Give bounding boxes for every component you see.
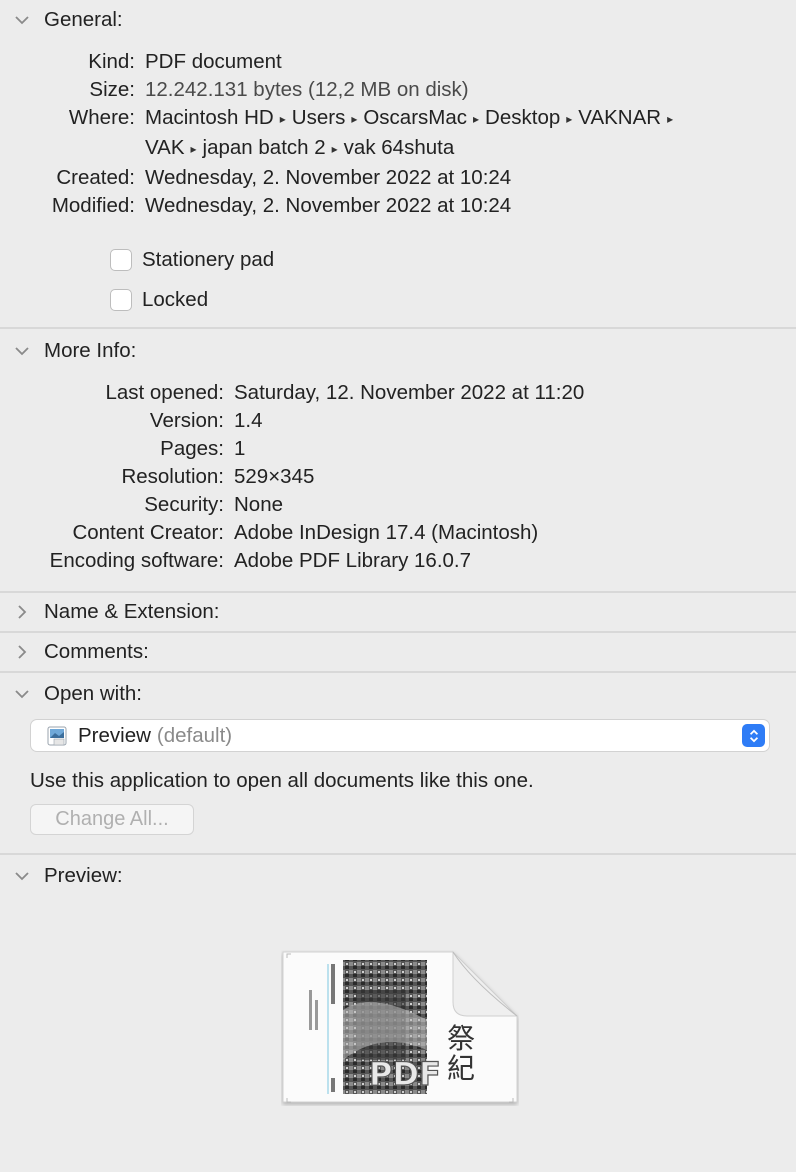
path-arrow-icon: ▸ bbox=[473, 112, 480, 126]
modified-value: Wednesday, 2. November 2022 at 10:24 bbox=[145, 194, 512, 217]
where-path: Macintosh HD ▸ Users ▸ OscarsMac ▸ Desktop ▸ VAK… bbox=[145, 104, 796, 164]
resolution-label: Resolution: bbox=[121, 465, 224, 488]
encoding-software-value: Adobe PDF Library 16.0.7 bbox=[234, 549, 472, 572]
preview-title: Preview: bbox=[44, 864, 123, 887]
pages-label: Pages: bbox=[160, 437, 224, 460]
encoding-software-label: Encoding software: bbox=[49, 549, 224, 572]
open-with-header[interactable]: Open with: bbox=[0, 673, 796, 715]
path-arrow-icon: ▸ bbox=[351, 112, 358, 126]
where-label: Where: bbox=[68, 106, 135, 129]
locked-row[interactable]: Locked bbox=[0, 280, 796, 320]
resolution-value: 529×345 bbox=[234, 465, 315, 488]
path-arrow-icon: ▸ bbox=[566, 112, 573, 126]
last-opened-label: Last opened: bbox=[105, 381, 224, 404]
created-label: Created: bbox=[56, 166, 135, 189]
comments-section: Comments: bbox=[0, 633, 796, 673]
open-with-description: Use this application to open all documen… bbox=[30, 769, 534, 792]
stationery-checkbox[interactable] bbox=[110, 249, 132, 271]
security-label: Security: bbox=[144, 493, 224, 516]
name-extension-section: Name & Extension: bbox=[0, 593, 796, 633]
path-segment: japan batch 2 bbox=[202, 136, 326, 159]
path-segment: Desktop bbox=[485, 106, 561, 129]
chevron-down-icon[interactable] bbox=[0, 855, 44, 897]
comments-header[interactable]: Comments: bbox=[0, 633, 796, 671]
version-value: 1.4 bbox=[234, 409, 263, 432]
change-all-button[interactable]: Change All... bbox=[30, 804, 194, 835]
path-segment: Users bbox=[291, 106, 346, 129]
chevron-down-icon[interactable] bbox=[0, 331, 44, 371]
more-info-header[interactable]: More Info: bbox=[0, 331, 796, 371]
pdf-badge-text: PDF bbox=[369, 1055, 441, 1093]
name-extension-header[interactable]: Name & Extension: bbox=[0, 593, 796, 631]
kind-label: Kind: bbox=[88, 50, 135, 73]
content-creator-value: Adobe InDesign 17.4 (Macintosh) bbox=[234, 521, 539, 544]
locked-label: Locked bbox=[142, 288, 209, 311]
application-select[interactable]: Preview (default) bbox=[30, 719, 770, 752]
general-header[interactable]: General: bbox=[0, 0, 796, 40]
more-info-section: More Info: Last opened: Saturday, 12. No… bbox=[0, 331, 796, 593]
path-segment: OscarsMac bbox=[363, 106, 468, 129]
path-segment: VAK bbox=[145, 136, 185, 159]
stationery-label: Stationery pad bbox=[142, 248, 275, 271]
preview-app-icon bbox=[46, 725, 68, 747]
pdf-preview-thumbnail: 祭 紀 PDF bbox=[281, 950, 519, 1106]
chevron-down-icon[interactable] bbox=[0, 0, 44, 40]
created-value: Wednesday, 2. November 2022 at 10:24 bbox=[145, 166, 512, 189]
path-segment: vak 64shuta bbox=[343, 136, 455, 159]
chevron-right-icon[interactable] bbox=[0, 593, 44, 631]
more-info-title: More Info: bbox=[44, 339, 137, 362]
preview-section: Preview: bbox=[0, 855, 796, 897]
chevron-down-icon[interactable] bbox=[0, 673, 44, 715]
stationery-row[interactable]: Stationery pad bbox=[0, 240, 796, 280]
general-title: General: bbox=[44, 8, 123, 31]
path-arrow-icon: ▸ bbox=[331, 142, 338, 156]
app-name: Preview bbox=[78, 723, 151, 747]
more-info-details: Last opened: Saturday, 12. November 2022… bbox=[0, 379, 796, 575]
name-extension-title: Name & Extension: bbox=[44, 600, 220, 623]
chevron-right-icon[interactable] bbox=[0, 633, 44, 671]
security-value: None bbox=[234, 493, 284, 516]
preview-header[interactable]: Preview: bbox=[0, 855, 796, 897]
size-label: Size: bbox=[89, 78, 135, 101]
pdf-document-icon: 祭 紀 PDF bbox=[282, 950, 519, 1103]
path-arrow-icon: ▸ bbox=[190, 142, 197, 156]
open-with-title: Open with: bbox=[44, 682, 142, 705]
select-stepper-icon[interactable] bbox=[742, 724, 765, 747]
svg-text:紀: 紀 bbox=[447, 1052, 475, 1085]
path-arrow-icon: ▸ bbox=[667, 112, 674, 126]
app-default-suffix: (default) bbox=[156, 723, 233, 747]
path-arrow-icon: ▸ bbox=[279, 112, 286, 126]
locked-checkbox[interactable] bbox=[110, 289, 132, 311]
path-segment: Macintosh HD bbox=[145, 106, 274, 129]
path-segment: VAKNAR bbox=[578, 106, 662, 129]
kind-value: PDF document bbox=[145, 50, 282, 73]
svg-text:祭: 祭 bbox=[447, 1022, 475, 1055]
modified-label: Modified: bbox=[51, 194, 135, 217]
last-opened-value: Saturday, 12. November 2022 at 11:20 bbox=[234, 381, 585, 404]
size-value: 12.242.131 bytes (12,2 MB on disk) bbox=[145, 78, 469, 101]
content-creator-label: Content Creator: bbox=[72, 521, 224, 544]
version-label: Version: bbox=[149, 409, 224, 432]
general-section: General: Kind: PDF document Size: 12.242… bbox=[0, 0, 796, 329]
general-details: Kind: PDF document Size: 12.242.131 byte… bbox=[0, 48, 796, 220]
pages-value: 1 bbox=[234, 437, 246, 460]
comments-title: Comments: bbox=[44, 640, 149, 663]
